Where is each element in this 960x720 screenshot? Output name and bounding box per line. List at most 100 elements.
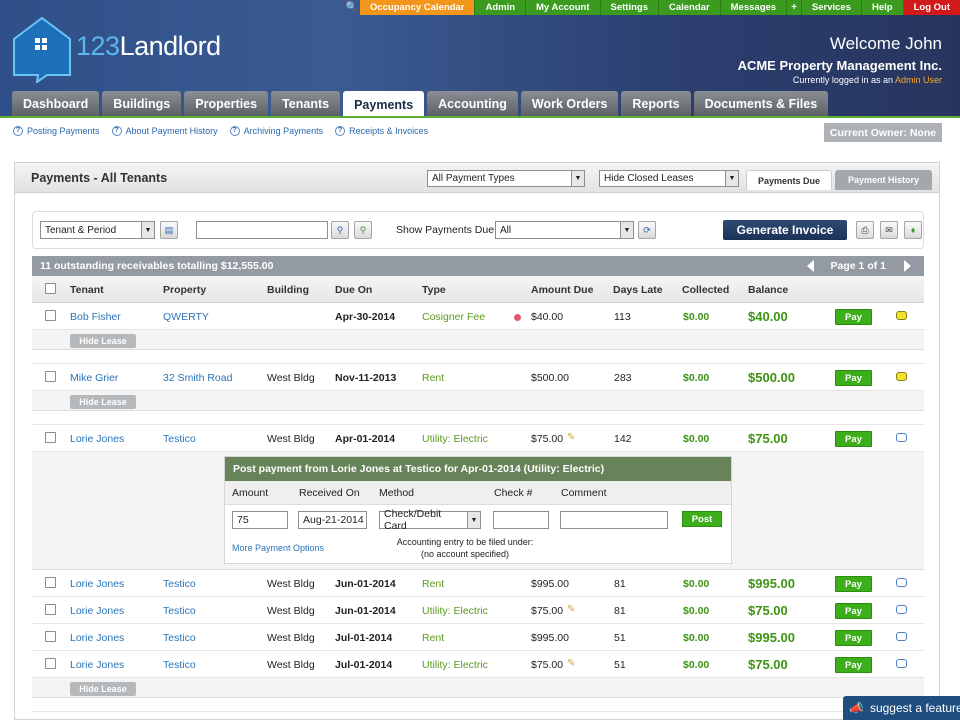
topnav-services[interactable]: Services [800,0,861,15]
comment-bubble-icon[interactable] [896,311,907,320]
pay-button[interactable]: Pay [835,576,872,592]
topnav-settings[interactable]: Settings [599,0,658,15]
current-owner-badge[interactable]: Current Owner: None [824,123,942,142]
export-icon[interactable]: ✉ [880,221,898,239]
col-days-late[interactable]: Days Late [613,284,663,296]
row-checkbox[interactable] [45,577,56,588]
tenant-link[interactable]: Bob Fisher [70,311,121,323]
search-input[interactable] [196,221,328,239]
tab-accounting[interactable]: Accounting [427,91,518,116]
property-link[interactable]: Testico [163,659,196,671]
col-balance[interactable]: Balance [748,284,788,296]
tenant-period-select[interactable]: Tenant & Period ▼ [40,221,155,239]
subnav-receipts-invoices[interactable]: ? Receipts & Invoices [335,126,428,136]
lease-filter-select[interactable]: Hide Closed Leases ▼ [599,170,739,187]
logo-house-icon[interactable] [11,15,73,83]
tab-payments[interactable]: Payments [343,91,425,118]
col-building[interactable]: Building [267,284,309,296]
select-all-checkbox[interactable] [45,283,56,294]
topnav-log-out[interactable]: Log Out [902,0,960,15]
topnav-my-account[interactable]: My Account [525,0,600,15]
suggest-feature-button[interactable]: 📣 suggest a feature [843,696,960,720]
col-due-on[interactable]: Due On [335,284,372,296]
tab-documents-files[interactable]: Documents & Files [693,91,829,116]
hide-lease-button[interactable]: Hide Lease [70,334,136,348]
property-link[interactable]: Testico [163,605,196,617]
topnav-calendar[interactable]: Calendar [657,0,720,15]
tenant-link[interactable]: Lorie Jones [70,632,124,644]
pencil-icon[interactable]: ✎ [567,604,575,615]
tenant-link[interactable]: Mike Grier [70,372,118,384]
magnifier-icon[interactable]: ⚲ [331,221,349,239]
col-type[interactable]: Type [422,284,446,296]
messages-plus-icon[interactable]: + [786,0,801,15]
comment-bubble-icon[interactable] [896,632,907,641]
pencil-icon[interactable]: ✎ [567,658,575,669]
property-link[interactable]: 32 Smith Road [163,372,232,384]
hide-lease-button[interactable]: Hide Lease [70,395,136,409]
post-button[interactable]: Post [682,511,722,527]
pay-button[interactable]: Pay [835,603,872,619]
row-checkbox[interactable] [45,432,56,443]
topnav-messages[interactable]: Messages [719,0,787,15]
more-payment-options-link[interactable]: More Payment Options [232,543,324,553]
pay-button[interactable]: Pay [835,431,872,447]
pay-button[interactable]: Pay [835,630,872,646]
col-property[interactable]: Property [163,284,206,296]
next-page-icon[interactable] [904,260,911,272]
money-icon[interactable]: ♦ [904,221,922,239]
comment-bubble-icon[interactable] [896,433,907,442]
tab-dashboard[interactable]: Dashboard [12,91,100,116]
property-link[interactable]: Testico [163,433,196,445]
search-icon[interactable]: 🔍 [344,0,360,15]
refresh-icon[interactable]: ⟳ [638,221,656,239]
search-clear-icon[interactable]: ⚲ [354,221,372,239]
tab-payment-history[interactable]: Payment History [835,170,932,190]
tenant-link[interactable]: Lorie Jones [70,605,124,617]
comment-bubble-icon[interactable] [896,372,907,381]
row-checkbox[interactable] [45,604,56,615]
tab-buildings[interactable]: Buildings [102,91,182,116]
row-checkbox[interactable] [45,658,56,669]
tenant-link[interactable]: Lorie Jones [70,659,124,671]
col-amount-due[interactable]: Amount Due [531,284,593,296]
tab-properties[interactable]: Properties [184,91,269,116]
subnav-about-payment-history[interactable]: ? About Payment History [111,126,218,136]
comment-bubble-icon[interactable] [896,605,907,614]
amount-field[interactable]: 75 [232,511,288,529]
prev-page-icon[interactable] [807,260,814,272]
generate-invoice-button[interactable]: Generate Invoice [723,220,847,240]
contact-card-icon[interactable]: ▤ [160,221,178,239]
logo-text[interactable]: 123Landlord [76,31,221,62]
print-icon[interactable]: ⎙ [856,221,874,239]
topnav-admin[interactable]: Admin [474,0,526,15]
pencil-icon[interactable]: ✎ [567,432,575,443]
comment-field[interactable] [560,511,668,529]
tenant-link[interactable]: Lorie Jones [70,433,124,445]
method-select[interactable]: Check/Debit Card ▼ [379,508,481,532]
comment-bubble-icon[interactable] [896,659,907,668]
property-link[interactable]: Testico [163,578,196,590]
col-tenant[interactable]: Tenant [70,284,104,296]
payment-type-select[interactable]: All Payment Types ▼ [427,170,585,187]
tab-reports[interactable]: Reports [621,91,691,116]
pay-button[interactable]: Pay [835,657,872,673]
show-payments-select[interactable]: All ▼ [495,221,634,239]
tenant-link[interactable]: Lorie Jones [70,578,124,590]
property-link[interactable]: Testico [163,632,196,644]
topnav-occupancy-calendar[interactable]: Occupancy Calendar [359,0,475,15]
topnav-help[interactable]: Help [861,0,903,15]
tab-payments-due[interactable]: Payments Due [746,170,832,190]
subnav-posting-payments[interactable]: ? Posting Payments [13,126,100,136]
row-checkbox[interactable] [45,371,56,382]
tab-work-orders[interactable]: Work Orders [520,91,619,116]
check-number-field[interactable] [493,511,549,529]
col-collected[interactable]: Collected [682,284,729,296]
property-link[interactable]: QWERTY [163,311,209,323]
received-on-field[interactable]: Aug-21-2014 [298,511,367,529]
row-checkbox[interactable] [45,631,56,642]
pay-button[interactable]: Pay [835,370,872,386]
row-checkbox[interactable] [45,310,56,321]
pay-button[interactable]: Pay [835,309,872,325]
tab-tenants[interactable]: Tenants [271,91,341,116]
